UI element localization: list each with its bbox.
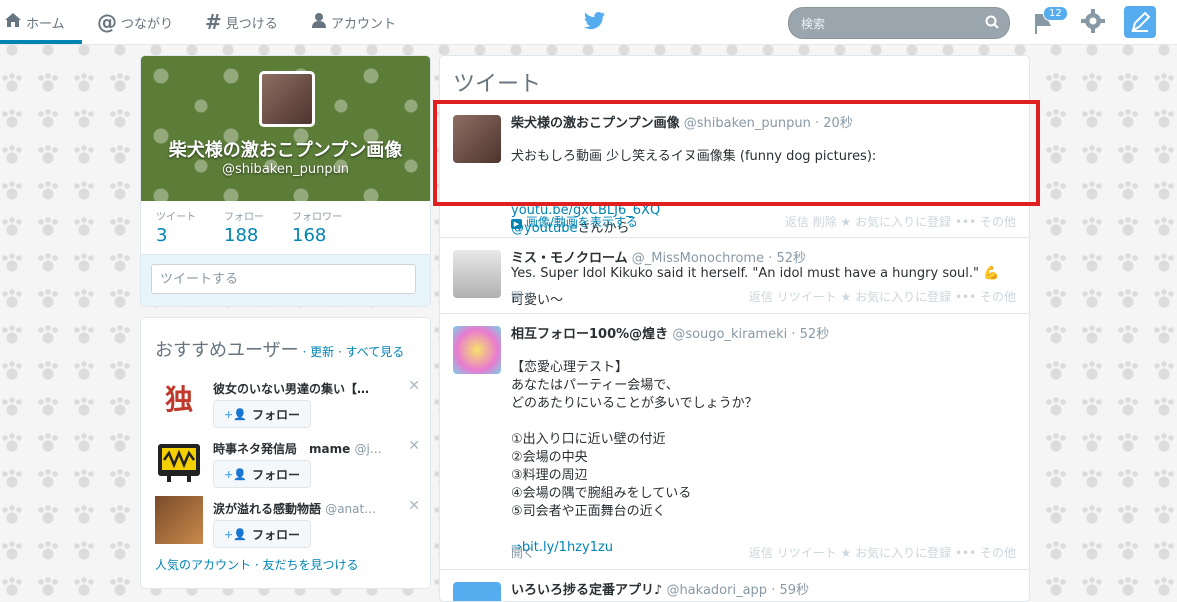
tweet-item[interactable]: ミス・モノクローム @_MissMonochrome · 52秒 Yes. Su… — [440, 237, 1029, 314]
user-avatar[interactable] — [155, 496, 203, 544]
add-user-icon: +👤 — [224, 467, 247, 481]
tweet-author-handle[interactable]: @sougo_kirameki — [672, 327, 787, 342]
mini-compose-area — [141, 254, 430, 306]
wtf-user-row: 涙が溢れる感動物語 @anat… ✕ +👤 フォロー — [155, 496, 420, 551]
tweet-author-name[interactable]: いろいろ捗る定番アプリ♪ — [511, 583, 662, 598]
profile-avatar[interactable] — [259, 71, 315, 127]
nav-account[interactable]: アカウント — [311, 0, 396, 44]
user-name: 彼女のいない男達の集い【… — [213, 382, 370, 396]
tweet-actions[interactable]: 返信 削除 ★ お気に入りに登録 ••• その他 — [785, 213, 1016, 230]
user-name: 涙が溢れる感動物語 — [213, 502, 322, 516]
user-name: 時事ネタ発信局 mame — [213, 442, 351, 456]
active-tab-indicator — [0, 40, 82, 44]
tweet-avatar[interactable] — [453, 250, 501, 298]
tweet-body: 【恋愛心理テスト】 あなたはパーティー会場で、 どのあたりにいることが多いでしょ… — [511, 360, 758, 519]
stat-value: 3 — [156, 225, 168, 246]
wtf-user-row: 独 彼女のいない男達の集い【… ✕ +👤 フォロー — [155, 376, 420, 431]
user-avatar[interactable]: 独 — [155, 376, 203, 424]
top-navigation-bar: ホーム @ つながり # 見つける アカウント 12 — [0, 0, 1177, 45]
view-media-label: 画像/動画を表示する — [525, 215, 638, 229]
stat-tweets[interactable]: ツイート 3 — [156, 208, 196, 246]
wtf-user-name[interactable]: 時事ネタ発信局 mame @j… — [213, 440, 398, 457]
stat-label: フォロー — [224, 212, 264, 223]
profile-handle[interactable]: @shibaken_punpun — [141, 162, 430, 177]
wtf-footer-links[interactable]: 人気のアカウント · 友だちを見つける — [155, 556, 358, 573]
search-box — [788, 7, 1010, 39]
wtf-user-name[interactable]: 涙が溢れる感動物語 @anat… — [213, 500, 398, 517]
stat-value: 168 — [292, 225, 327, 246]
add-user-icon: +👤 — [224, 407, 247, 421]
nav-account-label: アカウント — [331, 16, 397, 32]
profile-card: 柴犬様の激おこプンプン画像 @shibaken_punpun ツイート 3 フォ… — [140, 55, 431, 307]
stat-following[interactable]: フォロー 188 — [224, 208, 264, 246]
stat-label: ツイート — [156, 212, 196, 223]
stat-followers[interactable]: フォロワー 168 — [292, 208, 342, 246]
person-icon — [311, 12, 327, 32]
expand-tweet-link[interactable]: 開く — [511, 288, 535, 305]
expand-tweet-link[interactable]: 開く — [511, 544, 535, 561]
who-to-follow-panel: おすすめユーザー · 更新 · すべて見る 独 彼女のいない男達の集い【… ✕ … — [140, 317, 431, 589]
user-handle: @anat… — [325, 502, 377, 516]
nav-home[interactable]: ホーム — [4, 0, 65, 44]
tweet-text: Yes. Super Idol Kikuko said it herself. … — [511, 266, 1000, 281]
dismiss-x-icon[interactable]: ✕ — [408, 498, 420, 514]
follow-label: フォロー — [251, 527, 300, 542]
tweet-header: ミス・モノクローム @_MissMonochrome · 52秒 — [511, 247, 806, 266]
add-user-icon: +👤 — [224, 527, 247, 541]
highlight-box — [433, 100, 1040, 206]
wtf-user-name[interactable]: 彼女のいない男達の集い【… — [213, 380, 398, 397]
profile-name[interactable]: 柴犬様の激おこプンプン画像 — [141, 136, 430, 162]
follow-button[interactable]: +👤 フォロー — [213, 460, 311, 488]
tweet-time[interactable]: · 52秒 — [791, 327, 829, 342]
tweet-author-name[interactable]: ミス・モノクローム — [511, 251, 628, 266]
follow-label: フォロー — [251, 467, 300, 482]
quill-icon — [1131, 11, 1151, 32]
user-avatar[interactable] — [155, 436, 203, 484]
nav-home-label: ホーム — [26, 16, 65, 32]
dismiss-x-icon[interactable]: ✕ — [408, 438, 420, 454]
nav-discover-label: 見つける — [225, 16, 278, 32]
dismiss-x-icon[interactable]: ✕ — [408, 378, 420, 394]
tweet-text: 【恋愛心理テスト】 あなたはパーティー会場で、 どのあたりにいることが多いでしょ… — [511, 341, 1011, 575]
tweet-header: 相互フォロー100%@煌き @sougo_kirameki · 52秒 — [511, 323, 829, 342]
follow-button[interactable]: +👤 フォロー — [213, 400, 311, 428]
stat-value: 188 — [224, 225, 259, 246]
wtf-title: おすすめユーザー — [155, 340, 299, 361]
user-handle: @j… — [354, 442, 382, 456]
tweet-author-handle[interactable]: @hakadori_app — [666, 583, 767, 598]
wtf-refresh-viewall-links[interactable]: · 更新 · すべて見る — [302, 345, 404, 359]
twitter-bird-icon[interactable] — [584, 11, 606, 35]
stat-label: フォロワー — [292, 212, 342, 223]
nav-discover[interactable]: # 見つける — [205, 0, 278, 44]
gear-icon[interactable] — [1081, 9, 1105, 37]
search-icon[interactable] — [985, 15, 999, 33]
tweet-item[interactable]: 相互フォロー100%@煌き @sougo_kirameki · 52秒 【恋愛心… — [440, 313, 1029, 570]
tweet-item[interactable]: いろいろ捗る定番アプリ♪ @hakadori_app · 59秒 — [440, 569, 1029, 601]
follow-button[interactable]: +👤 フォロー — [213, 520, 311, 548]
tweet-author-name[interactable]: 相互フォロー100%@煌き — [511, 327, 668, 342]
wtf-header: おすすめユーザー · 更新 · すべて見る — [155, 336, 420, 362]
tweet-actions[interactable]: 返信 リツイート ★ お気に入りに登録 ••• その他 — [749, 544, 1016, 561]
tweet-avatar[interactable] — [453, 582, 501, 601]
nav-connect-label: つながり — [121, 16, 174, 32]
notifications-count-badge: 12 — [1043, 6, 1068, 21]
timeline-title: ツイート — [453, 72, 542, 97]
nav-connect[interactable]: @ つながり — [97, 0, 173, 44]
view-media-link[interactable]: ▶ 画像/動画を表示する — [511, 213, 638, 230]
tweet-actions[interactable]: 返信 リツイート ★ お気に入りに登録 ••• その他 — [749, 288, 1016, 305]
at-icon: @ — [97, 10, 117, 34]
wtf-user-row: 時事ネタ発信局 mame @j… ✕ +👤 フォロー — [155, 436, 420, 491]
follow-label: フォロー — [251, 407, 300, 422]
search-input[interactable] — [799, 14, 973, 34]
tweet-header: いろいろ捗る定番アプリ♪ @hakadori_app · 59秒 — [511, 579, 809, 598]
play-icon: ▶ — [511, 219, 522, 229]
hashtag-icon: # — [205, 10, 222, 34]
tweet-avatar[interactable] — [453, 326, 501, 374]
compose-tweet-button[interactable] — [1124, 6, 1156, 38]
tweet-author-handle[interactable]: @_MissMonochrome — [632, 251, 764, 266]
tweet-compose-input[interactable] — [151, 264, 416, 294]
tweet-time[interactable]: · 59秒 — [771, 583, 809, 598]
home-icon — [4, 12, 22, 32]
tweet-time[interactable]: · 52秒 — [768, 251, 806, 266]
